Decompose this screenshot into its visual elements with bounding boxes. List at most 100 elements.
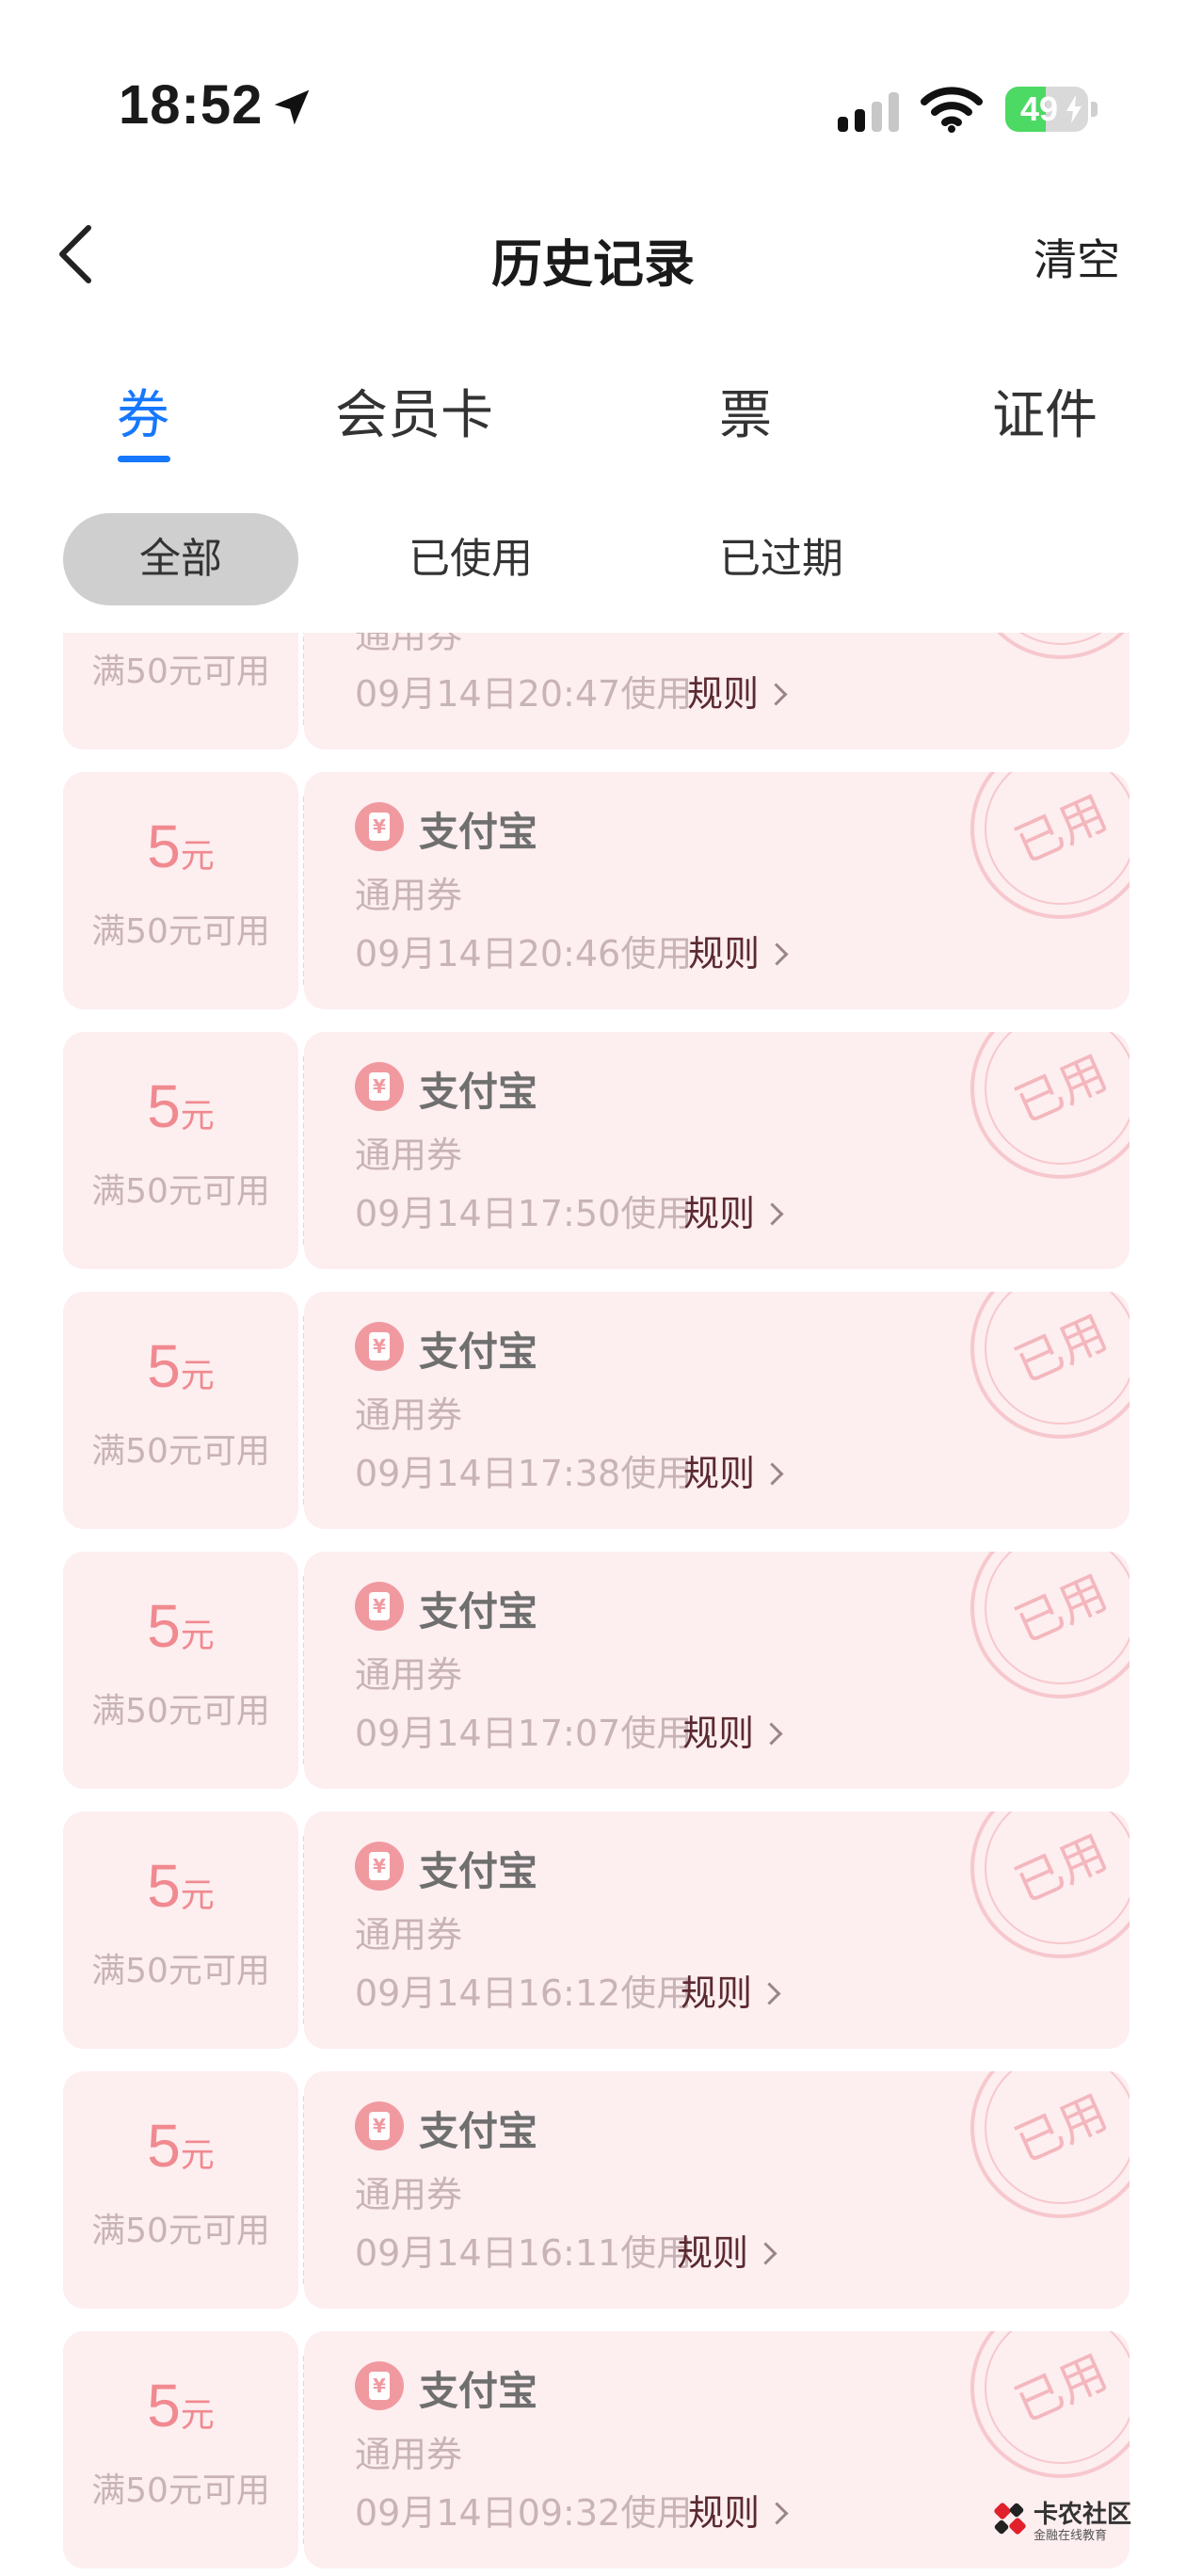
chevron-right-icon: [761, 1462, 784, 1486]
coupon-value-section: 5元 满50元可用: [63, 1552, 298, 1789]
coupon-detail-section: ¥ 支付宝 通用券 09月14日16:12使用 规则 已用: [304, 1811, 1130, 2049]
coupon-condition: 满50元可用: [91, 912, 270, 951]
coupon-type: 通用券: [355, 1135, 463, 1176]
coupon-condition: 满50元可用: [91, 1432, 270, 1471]
coupon-detail-section: ¥ 支付宝 通用券 09月14日16:11使用 规则 已用: [304, 2071, 1130, 2309]
status-bar: 18:52 49: [0, 0, 1186, 179]
coupon-list[interactable]: 5元 满50元可用 ¥ 支付宝 通用券 09月14日20:47使用 规则 已用 …: [0, 633, 1186, 2576]
used-stamp-icon: 已用: [970, 2331, 1130, 2478]
coupon-amount: 5元: [147, 1072, 215, 1140]
rules-link[interactable]: 规则: [688, 2484, 789, 2536]
coupon-amount: 5元: [147, 1592, 215, 1660]
rules-link[interactable]: 规则: [677, 2224, 777, 2276]
coupon-detail-section: ¥ 支付宝 通用券 09月14日20:46使用 规则 已用: [304, 772, 1130, 1009]
coupon-used-time: 09月14日16:12使用: [355, 1972, 693, 2014]
clear-button[interactable]: 清空: [1034, 226, 1120, 288]
used-stamp-icon: 已用: [970, 772, 1130, 919]
coupon-card[interactable]: 5元 满50元可用 ¥ 支付宝 通用券 09月14日09:32使用 规则 已用: [63, 2331, 1130, 2568]
alipay-logo-icon: ¥: [355, 1062, 404, 1111]
filter-all[interactable]: 全部: [63, 513, 298, 605]
svg-text:已用: 已用: [1007, 2344, 1115, 2433]
coupon-value-section: 5元 满50元可用: [63, 633, 298, 749]
coupon-condition: 满50元可用: [91, 1172, 270, 1211]
coupon-type: 通用券: [355, 2174, 463, 2215]
coupon-amount: 5元: [147, 1852, 215, 1920]
coupon-card[interactable]: 5元 满50元可用 ¥ 支付宝 通用券 09月14日16:12使用 规则 已用: [63, 1811, 1130, 2049]
tab-tickets[interactable]: 票: [719, 373, 772, 449]
tab-coupons[interactable]: 券: [117, 373, 169, 449]
rules-link[interactable]: 规则: [687, 665, 788, 716]
coupon-card[interactable]: 5元 满50元可用 ¥ 支付宝 通用券 09月14日20:47使用 规则 已用: [63, 633, 1130, 749]
coupon-amount: 5元: [147, 813, 215, 880]
active-tab-indicator: [118, 456, 170, 462]
coupon-used-time: 09月14日20:46使用: [355, 933, 693, 974]
alipay-logo-icon: ¥: [355, 1842, 404, 1891]
chevron-right-icon: [758, 1982, 781, 2005]
alipay-logo-icon: ¥: [355, 802, 404, 851]
coupon-brand: 支付宝: [419, 1328, 538, 1375]
coupon-amount: 5元: [147, 2372, 215, 2439]
rules-link[interactable]: 规则: [681, 1964, 781, 2016]
coupon-used-time: 09月14日16:11使用: [355, 2232, 693, 2274]
coupon-card[interactable]: 5元 满50元可用 ¥ 支付宝 通用券 09月14日16:11使用 规则 已用: [63, 2071, 1130, 2309]
svg-text:已用: 已用: [1007, 785, 1115, 874]
chevron-right-icon: [760, 1722, 783, 1746]
coupon-type: 通用券: [355, 2434, 463, 2475]
svg-text:已用: 已用: [1007, 1565, 1115, 1653]
wifi-icon: [921, 87, 983, 133]
coupon-brand: 支付宝: [419, 1848, 538, 1894]
location-arrow-icon: [274, 89, 310, 125]
used-stamp-icon: 已用: [997, 633, 1125, 659]
coupon-card[interactable]: 5元 满50元可用 ¥ 支付宝 通用券 09月14日20:46使用 规则 已用: [63, 772, 1130, 1009]
coupon-brand: 支付宝: [419, 1069, 538, 1115]
coupon-condition: 满50元可用: [91, 1952, 270, 1990]
coupon-used-time: 09月14日09:32使用: [355, 2492, 693, 2534]
kanong-logo-icon: [994, 2503, 1026, 2535]
filter-used[interactable]: 已使用: [377, 513, 565, 605]
rules-link[interactable]: 规则: [682, 1704, 783, 1756]
coupon-value-section: 5元 满50元可用: [63, 1032, 298, 1269]
used-stamp-icon: 已用: [970, 1292, 1130, 1439]
tab-membership-cards[interactable]: 会员卡: [335, 373, 493, 449]
alipay-logo-icon: ¥: [355, 1322, 404, 1371]
coupon-condition: 满50元可用: [91, 1692, 270, 1731]
coupon-type: 通用券: [355, 633, 463, 656]
rules-link[interactable]: 规则: [688, 925, 789, 976]
coupon-type: 通用券: [355, 1654, 463, 1696]
coupon-value-section: 5元 满50元可用: [63, 1811, 298, 2049]
used-stamp-icon: 已用: [970, 2071, 1130, 2218]
used-stamp-icon: 已用: [970, 1032, 1130, 1179]
rules-link[interactable]: 规则: [683, 1444, 784, 1496]
coupon-value-section: 5元 满50元可用: [63, 1292, 298, 1529]
coupon-detail-section: ¥ 支付宝 通用券 09月14日17:07使用 规则 已用: [304, 1552, 1130, 1789]
chevron-right-icon: [765, 942, 789, 966]
coupon-card[interactable]: 5元 满50元可用 ¥ 支付宝 通用券 09月14日17:07使用 规则 已用: [63, 1552, 1130, 1789]
watermark-subtitle: 金融在线教育: [1034, 2529, 1108, 2543]
alipay-logo-icon: ¥: [355, 2361, 404, 2410]
chevron-right-icon: [765, 2502, 789, 2525]
coupon-card[interactable]: 5元 满50元可用 ¥ 支付宝 通用券 09月14日17:38使用 规则 已用: [63, 1292, 1130, 1529]
svg-text:已用: 已用: [1007, 1045, 1115, 1134]
svg-text:已用: 已用: [1007, 1305, 1115, 1393]
battery-indicator: 49: [1005, 87, 1099, 132]
coupon-type: 通用券: [355, 875, 463, 916]
alipay-logo-icon: ¥: [355, 1582, 404, 1631]
filter-expired[interactable]: 已过期: [687, 513, 875, 605]
tab-documents[interactable]: 证件: [992, 373, 1098, 449]
rules-link[interactable]: 规则: [683, 1184, 784, 1236]
coupon-card[interactable]: 5元 满50元可用 ¥ 支付宝 通用券 09月14日17:50使用 规则 已用: [63, 1032, 1130, 1269]
coupon-used-time: 09月14日20:47使用: [355, 673, 693, 715]
coupon-used-time: 09月14日17:50使用: [355, 1193, 693, 1234]
coupon-value-section: 5元 满50元可用: [63, 772, 298, 1009]
coupon-value-section: 5元 满50元可用: [63, 2071, 298, 2309]
coupon-type: 通用券: [355, 1914, 463, 1956]
cellular-signal-icon: [838, 92, 899, 132]
page-title: 历史记录: [491, 234, 695, 294]
coupon-condition: 满50元可用: [91, 652, 270, 691]
coupon-condition: 满50元可用: [91, 2471, 270, 2510]
chevron-right-icon: [764, 683, 788, 706]
coupon-amount: 5元: [147, 2112, 215, 2180]
coupon-brand: 支付宝: [419, 2368, 538, 2414]
chevron-right-icon: [761, 1202, 784, 1226]
coupon-used-time: 09月14日17:38使用: [355, 1453, 693, 1494]
